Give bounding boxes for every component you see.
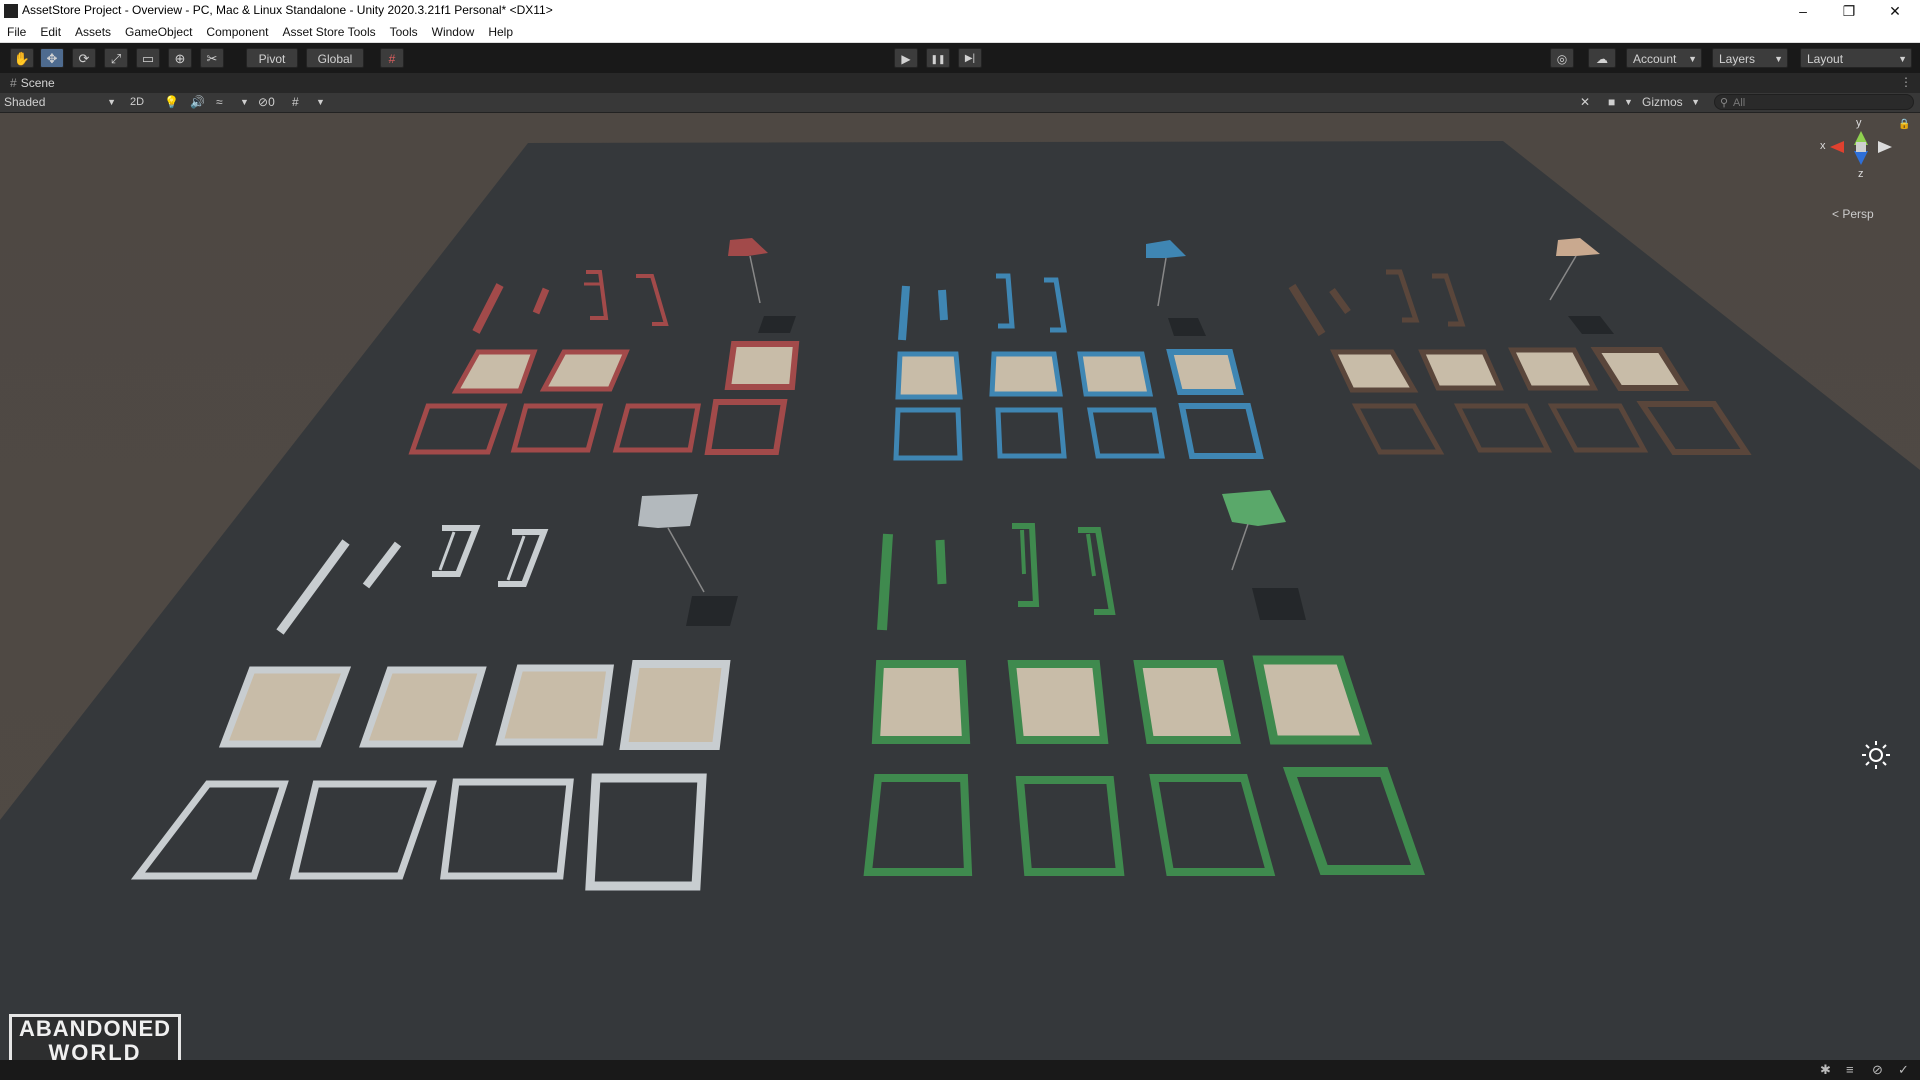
scale-tool-button[interactable]: ⤢	[104, 48, 128, 68]
maximize-button[interactable]: ❐	[1826, 0, 1872, 22]
menu-asset-store-tools[interactable]: Asset Store Tools	[275, 22, 382, 42]
z-axis-label: z	[1858, 168, 1864, 180]
chevron-down-icon: ▼	[1691, 97, 1700, 107]
close-button[interactable]: ✕	[1872, 0, 1918, 22]
scene-tab-bar: # Scene ⋮	[0, 73, 1920, 93]
cloud-icon[interactable]: ☁	[1588, 48, 1616, 68]
tools-icon[interactable]: ✕	[1580, 94, 1590, 111]
tab-scene[interactable]: # Scene	[10, 76, 55, 90]
minimize-button[interactable]: –	[1780, 0, 1826, 22]
2d-toggle[interactable]: 2D	[130, 94, 150, 111]
camera-icon[interactable]: ■	[1608, 94, 1615, 111]
layers-label: Layers	[1719, 52, 1756, 66]
no-entry-icon[interactable]: ⊘	[1872, 1062, 1883, 1078]
lock-icon[interactable]: 🔒	[1898, 119, 1910, 130]
menu-gameobject[interactable]: GameObject	[118, 22, 199, 42]
scene-tab-icon: #	[10, 76, 17, 90]
layers-dropdown[interactable]: Layers ▼	[1712, 48, 1788, 68]
scene-render	[0, 113, 1920, 1060]
menu-bar: File Edit Assets GameObject Component Asset S…	[0, 22, 1920, 43]
eye-slash-icon: ⊘	[258, 95, 269, 109]
logo-line-1: ABANDONED	[19, 1016, 171, 1041]
transform-tool-button[interactable]: ⊕	[168, 48, 192, 68]
y-axis-label: y	[1856, 117, 1862, 129]
shading-mode-dropdown[interactable]: Shaded ▼	[4, 94, 118, 111]
step-button[interactable]: ▶|	[958, 48, 982, 68]
effects-toggle-icon[interactable]: ≈	[216, 94, 223, 111]
main-toolbar: ✋ ✥ ⟳ ⤢ ▭ ⊕ ✂ Pivot Global # ▶ ❚❚ ▶| ◎ ☁…	[0, 43, 1920, 73]
chevron-down-icon: ▼	[107, 97, 116, 107]
collab-icon[interactable]: ◎	[1550, 48, 1574, 68]
scene-tab-label: Scene	[20, 76, 55, 90]
menu-help[interactable]: Help	[481, 22, 520, 42]
global-toggle[interactable]: Global	[306, 48, 364, 68]
account-dropdown[interactable]: Account ▼	[1626, 48, 1702, 68]
stack-icon[interactable]: ≡	[1846, 1062, 1854, 1077]
scene-toolbar: Shaded ▼ 2D 💡 🔊 ≈ ▼ ⊘0 # ▼ ✕ ■ ▼ Gizmos ▼ …	[0, 93, 1920, 113]
hidden-objects-toggle[interactable]: ⊘0	[258, 94, 275, 111]
menu-assets[interactable]: Assets	[68, 22, 118, 42]
menu-component[interactable]: Component	[199, 22, 275, 42]
account-label: Account	[1633, 52, 1677, 66]
window-title-bar: AssetStore Project - Overview - PC, Mac …	[0, 0, 1920, 22]
rect-tool-button[interactable]: ▭	[136, 48, 160, 68]
scene-search-input[interactable]: ⚲ All	[1714, 94, 1914, 110]
grid-snap-button[interactable]: #	[380, 48, 404, 68]
check-icon[interactable]: ✓	[1898, 1062, 1909, 1078]
gizmos-label: Gizmos	[1642, 95, 1683, 109]
chevron-down-icon: ▼	[1898, 54, 1907, 64]
chevron-down-icon: ▼	[1688, 54, 1697, 64]
chevron-down-icon[interactable]: ▼	[316, 94, 325, 111]
menu-window[interactable]: Window	[425, 22, 482, 42]
layout-dropdown[interactable]: Layout ▼	[1800, 48, 1912, 68]
chevron-down-icon: ▼	[1774, 54, 1783, 64]
search-placeholder: All	[1733, 97, 1746, 109]
hidden-count: 0	[268, 95, 275, 109]
layout-label: Layout	[1807, 52, 1844, 66]
search-icon: ⚲	[1720, 97, 1729, 109]
menu-tools[interactable]: Tools	[383, 22, 425, 42]
hand-tool-button[interactable]: ✋	[10, 48, 34, 68]
projection-toggle[interactable]: < Persp	[1832, 207, 1874, 221]
gizmos-dropdown[interactable]: Gizmos ▼	[1642, 94, 1702, 111]
menu-file[interactable]: File	[0, 22, 33, 42]
play-button[interactable]: ▶	[894, 48, 918, 68]
chevron-down-icon[interactable]: ▼	[1624, 94, 1633, 111]
custom-tool-button[interactable]: ✂	[200, 48, 224, 68]
orientation-gizmo[interactable]: y x z 🔒 < Persp	[1816, 117, 1910, 221]
pivot-label: Pivot	[258, 52, 286, 66]
window-title: AssetStore Project - Overview - PC, Mac …	[22, 3, 553, 17]
audio-toggle-icon[interactable]: 🔊	[190, 94, 205, 111]
lighting-toggle-icon[interactable]: 💡	[164, 94, 179, 111]
unity-logo-icon	[4, 4, 18, 18]
shading-mode-label: Shaded	[4, 95, 46, 109]
status-bar: ✱ ≡ ⊘ ✓	[0, 1060, 1920, 1080]
scene-viewport[interactable]: y x z 🔒 < Persp	[0, 113, 1920, 1060]
pivot-toggle[interactable]: Pivot	[246, 48, 298, 68]
rotate-tool-button[interactable]: ⟳	[72, 48, 96, 68]
grid-toggle-icon[interactable]: #	[292, 94, 299, 111]
move-tool-button[interactable]: ✥	[40, 48, 64, 68]
menu-edit[interactable]: Edit	[33, 22, 68, 42]
x-axis-label: x	[1820, 140, 1826, 152]
more-options-icon[interactable]: ⋮	[1900, 75, 1912, 89]
pause-button[interactable]: ❚❚	[926, 48, 950, 68]
global-label: Global	[317, 52, 353, 66]
chevron-down-icon[interactable]: ▼	[240, 94, 249, 111]
bug-icon[interactable]: ✱	[1820, 1062, 1831, 1078]
